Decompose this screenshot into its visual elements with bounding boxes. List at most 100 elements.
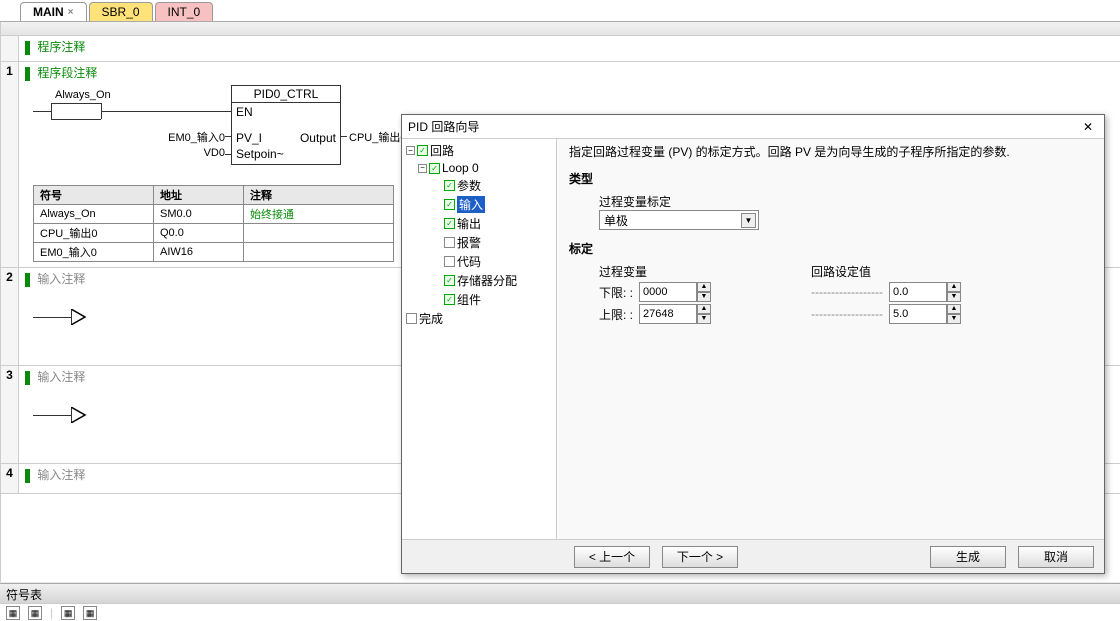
wizard-tree[interactable]: −✓回路 −✓Loop 0 ✓参数 ✓输入 ✓输出 报警 代码 ✓存储器分配 ✓… (402, 139, 557, 539)
gutter-4: 4 (1, 464, 19, 493)
green-marker-icon (25, 469, 30, 483)
ladder-label-always-on: Always_On (55, 89, 111, 101)
segment-comment-label[interactable]: 程序段注释 (37, 66, 97, 80)
lower-sp-input[interactable] (889, 282, 947, 302)
checkbox-icon[interactable] (444, 237, 455, 248)
bottom-toolbar: ▦ ▦ | ▦ ▦ (0, 603, 1120, 621)
toolbar-icon[interactable]: ▦ (83, 606, 97, 620)
expander-icon[interactable]: − (418, 164, 427, 173)
tab-int0-label: INT_0 (168, 5, 201, 19)
checkbox-icon[interactable]: ✓ (444, 294, 455, 305)
dialog-title-bar[interactable]: PID 回路向导 ✕ (402, 115, 1104, 139)
dialog-footer: < 上一个 下一个 > 生成 取消 (402, 539, 1104, 573)
tab-sbr0[interactable]: SBR_0 (89, 2, 153, 21)
spinner-down-icon[interactable]: ▼ (947, 292, 961, 302)
block-port-en: EN (232, 103, 340, 121)
spinner-down-icon[interactable]: ▼ (697, 314, 711, 324)
editor-header-bar (1, 22, 1120, 36)
upper-pv-spinner[interactable]: ▲▼ (639, 304, 711, 324)
lower-pv-input[interactable] (639, 282, 697, 302)
toolbar-icon[interactable]: ▦ (28, 606, 42, 620)
upper-label: 上限: : (599, 306, 633, 323)
checkbox-icon[interactable]: ✓ (417, 145, 428, 156)
symtab-h-comment: 注释 (244, 186, 394, 205)
spinner-down-icon[interactable]: ▼ (697, 292, 711, 302)
lower-pv-spinner[interactable]: ▲▼ (639, 282, 711, 302)
tree-item-input-selected[interactable]: 输入 (457, 196, 485, 213)
next-button[interactable]: 下一个 > (662, 546, 738, 568)
lower-sp-spinner[interactable]: ▲▼ (889, 282, 961, 302)
bottom-panel-title[interactable]: 符号表 (0, 583, 1120, 603)
pv-scale-select[interactable]: 单极 ▼ (599, 210, 759, 230)
checkbox-icon[interactable]: ✓ (444, 275, 455, 286)
table-row: EM0_输入0 AIW16 (34, 243, 394, 262)
spinner-up-icon[interactable]: ▲ (947, 282, 961, 292)
table-row: Always_On SM0.0 始终接通 (34, 205, 394, 224)
table-row: CPU_输出0 Q0.0 (34, 224, 394, 243)
gutter-blank (1, 36, 19, 61)
checkbox-icon[interactable]: ✓ (444, 180, 455, 191)
checkbox-icon[interactable]: ✓ (444, 199, 455, 210)
upper-sp-spinner[interactable]: ▲▼ (889, 304, 961, 324)
generate-button[interactable]: 生成 (930, 546, 1006, 568)
close-icon[interactable]: ✕ (1078, 120, 1098, 134)
lower-label: 下限: : (599, 284, 633, 301)
dialog-title: PID 回路向导 (408, 118, 1078, 135)
block-port-setpoint: Setpoin~ (232, 145, 340, 163)
block-port-output: Output (300, 131, 336, 145)
spinner-down-icon[interactable]: ▼ (947, 314, 961, 324)
connector-dots: ------------------ (811, 285, 883, 299)
close-icon[interactable]: × (68, 7, 74, 18)
green-marker-icon (25, 41, 30, 55)
contact-icon (71, 407, 87, 423)
tab-main[interactable]: MAIN × (20, 2, 87, 21)
gutter-1: 1 (1, 62, 19, 267)
toolbar-icon[interactable]: ▦ (6, 606, 20, 620)
symtab-h-symbol: 符号 (34, 186, 154, 205)
program-comment-row: 程序注释 (1, 36, 1120, 62)
chevron-down-icon[interactable]: ▼ (741, 213, 756, 228)
gutter-3: 3 (1, 366, 19, 463)
spinner-up-icon[interactable]: ▲ (697, 282, 711, 292)
upper-sp-input[interactable] (889, 304, 947, 324)
checkbox-icon[interactable]: ✓ (444, 218, 455, 229)
toolbar-icon[interactable]: ▦ (61, 606, 75, 620)
green-marker-icon (25, 273, 30, 287)
program-comment-label[interactable]: 程序注释 (37, 40, 85, 54)
section-scale: 标定 (569, 240, 1092, 257)
pv-scale-label: 过程变量标定 (599, 193, 1092, 210)
ladder-label-vd0: VD0 (195, 147, 225, 159)
block-title: PID0_CTRL (232, 86, 340, 103)
col-loop-setpoint: 回路设定值 (811, 263, 961, 280)
checkbox-icon[interactable] (406, 313, 417, 324)
upper-pv-input[interactable] (639, 304, 697, 324)
expander-icon[interactable]: − (406, 146, 415, 155)
tab-main-label: MAIN (33, 5, 64, 19)
tab-sbr0-label: SBR_0 (102, 5, 140, 19)
connector-dots: ------------------ (811, 307, 883, 321)
tab-int0[interactable]: INT_0 (155, 2, 214, 21)
gutter-2: 2 (1, 268, 19, 365)
input-comment-label[interactable]: 输入注释 (37, 370, 85, 384)
wizard-content: 指定回路过程变量 (PV) 的标定方式。回路 PV 是为向导生成的子程序所指定的… (557, 139, 1104, 539)
ladder-label-cpu-out: CPU_输出0 (349, 129, 406, 145)
green-marker-icon (25, 371, 30, 385)
tab-bar: MAIN × SBR_0 INT_0 (0, 0, 1120, 22)
pid-wizard-dialog: PID 回路向导 ✕ −✓回路 −✓Loop 0 ✓参数 ✓输入 ✓输出 报警 … (401, 114, 1105, 574)
section-type: 类型 (569, 170, 1092, 187)
input-comment-label[interactable]: 输入注释 (37, 272, 85, 286)
checkbox-icon[interactable]: ✓ (429, 163, 440, 174)
ladder-block[interactable]: PID0_CTRL EN PV_I Output Setpoin~ (231, 85, 341, 165)
ladder-label-em0: EM0_输入0 (165, 129, 225, 145)
col-process-var: 过程变量 (599, 263, 711, 280)
block-port-pvi: PV_I (236, 131, 262, 145)
spinner-up-icon[interactable]: ▲ (947, 304, 961, 314)
cancel-button[interactable]: 取消 (1018, 546, 1094, 568)
symbol-table[interactable]: 符号 地址 注释 Always_On SM0.0 始终接通 CPU_输出0 Q0… (33, 185, 394, 262)
prev-button[interactable]: < 上一个 (574, 546, 650, 568)
input-comment-label[interactable]: 输入注释 (37, 468, 85, 482)
checkbox-icon[interactable] (444, 256, 455, 267)
wizard-description: 指定回路过程变量 (PV) 的标定方式。回路 PV 是为向导生成的子程序所指定的… (569, 143, 1092, 160)
spinner-up-icon[interactable]: ▲ (697, 304, 711, 314)
green-marker-icon (25, 67, 30, 81)
